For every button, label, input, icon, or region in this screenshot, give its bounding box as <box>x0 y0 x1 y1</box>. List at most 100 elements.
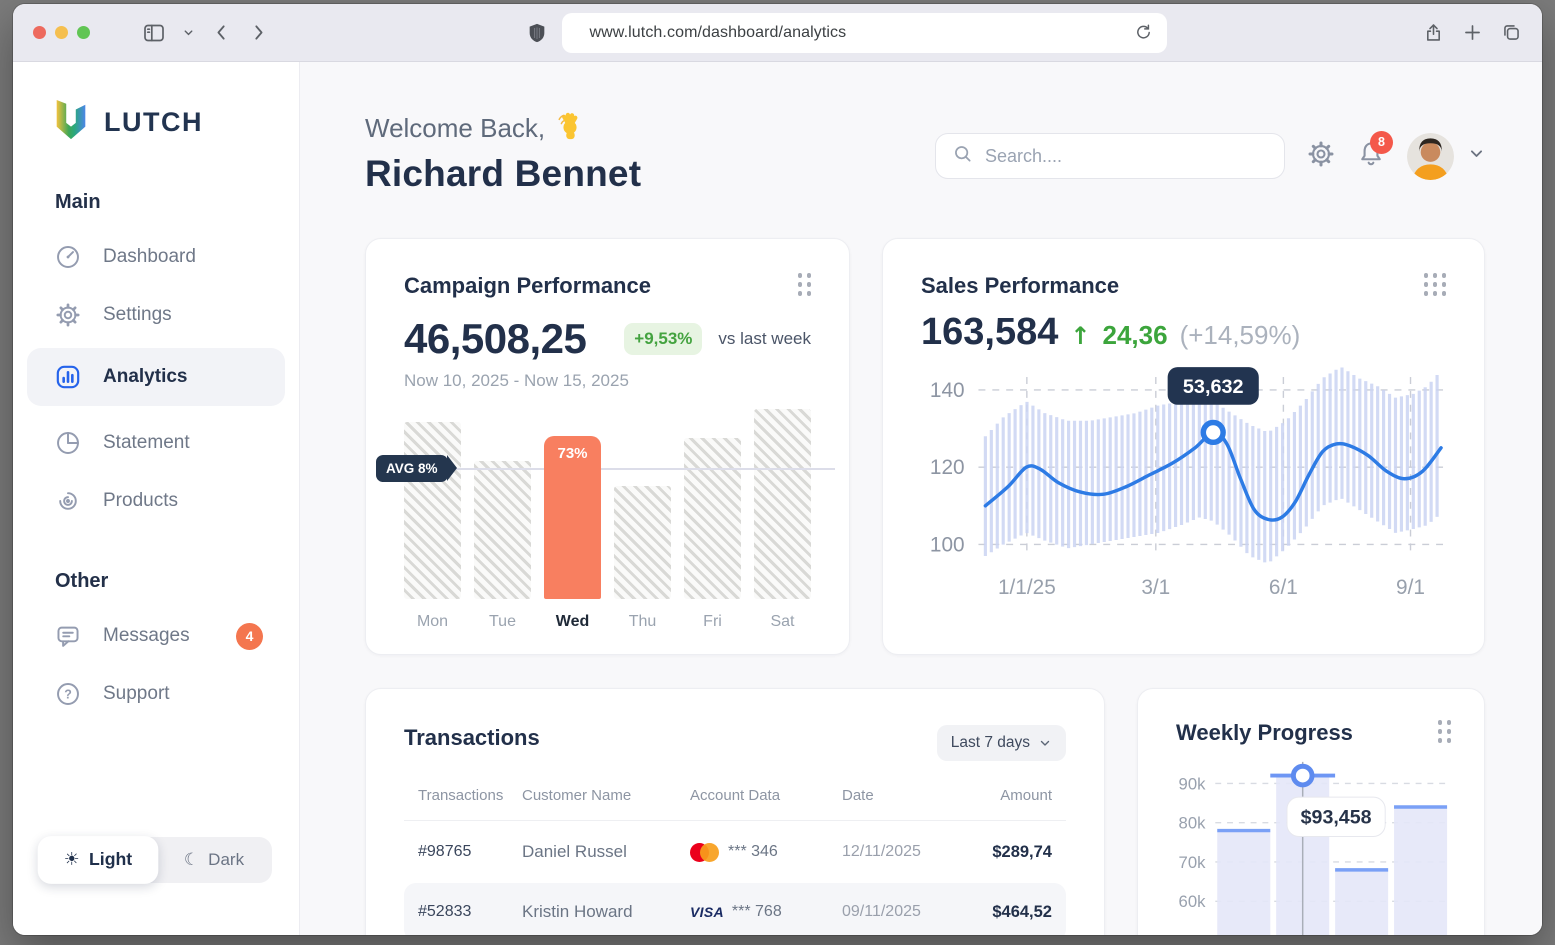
account-data: *** 346 <box>690 843 842 862</box>
settings-gear-icon[interactable] <box>1307 140 1335 173</box>
transaction-amount: $464,52 <box>974 903 1052 922</box>
reload-icon[interactable] <box>1134 23 1153 42</box>
browser-toolbar: www.lutch.com/dashboard/analytics <box>13 4 1542 62</box>
tooltip-value: 53,632 <box>1183 376 1244 398</box>
sidebar-item-messages[interactable]: Messages4 <box>27 607 285 665</box>
sidebar-item-products[interactable]: Products <box>27 472 285 530</box>
notification-badge: 8 <box>1370 131 1393 154</box>
notifications-bell-icon[interactable]: 8 <box>1357 140 1385 173</box>
table-row[interactable]: #52833 Kristin Howard VISA*** 768 09/11/… <box>404 883 1066 935</box>
new-tab-icon[interactable] <box>1462 22 1483 43</box>
sidebar-item-statement[interactable]: Statement <box>27 414 285 472</box>
theme-toggle: ☀ Light ☾ Dark <box>40 837 272 883</box>
minimize-window-button[interactable] <box>55 26 68 39</box>
x-tick-label: 3/1 <box>1141 576 1170 599</box>
support-icon: ? <box>55 681 81 707</box>
theme-dark-button[interactable]: ☾ Dark <box>156 837 272 883</box>
column-header: Transactions <box>418 787 522 804</box>
visa-icon: VISA <box>690 904 724 920</box>
transaction-id: #52833 <box>418 903 522 921</box>
lutch-logo-icon <box>50 98 92 147</box>
chevron-down-icon[interactable] <box>1468 145 1485 167</box>
back-button[interactable] <box>211 22 232 43</box>
address-bar[interactable]: www.lutch.com/dashboard/analytics <box>562 13 1167 53</box>
forward-button[interactable] <box>248 22 269 43</box>
sales-delta-pct: (+14,59%) <box>1180 320 1301 351</box>
sales-delta: 24,36 <box>1102 320 1167 351</box>
card-title: Sales Performance <box>921 273 1119 299</box>
sidebar-item-support[interactable]: ?Support <box>27 665 285 723</box>
bar-value-label: 73% <box>557 445 587 462</box>
average-tag: AVG 8% <box>376 455 448 482</box>
grid-menu-icon[interactable] <box>1424 273 1447 296</box>
browser-window: www.lutch.com/dashboard/analytics <box>13 4 1542 935</box>
sidebar-item-dashboard[interactable]: Dashboard <box>27 228 285 286</box>
x-axis-label: Wed <box>544 613 601 631</box>
chevron-down-icon[interactable] <box>182 26 195 39</box>
sidebar-item-analytics[interactable]: Analytics <box>27 348 285 406</box>
logo-text: LUTCH <box>104 107 203 138</box>
transactions-card: Transactions Last 7 days TransactionsCus… <box>365 688 1105 935</box>
search-icon <box>952 143 973 169</box>
x-axis-label: Tue <box>474 613 531 631</box>
weekly-bar-chart: 90k80k70k60k$93,458 <box>1176 754 1451 935</box>
drag-handle-icon[interactable] <box>798 273 812 296</box>
chevron-down-icon <box>1038 736 1052 750</box>
bar[interactable] <box>474 461 531 599</box>
tabs-overview-icon[interactable] <box>1501 22 1522 43</box>
sales-value: 163,584 <box>921 311 1058 354</box>
column-header: Customer Name <box>522 787 690 804</box>
nav-section-label: Other <box>55 570 299 593</box>
search-input[interactable] <box>985 146 1268 167</box>
customer-name: Daniel Russel <box>522 842 690 862</box>
sidebar-toggle-icon[interactable] <box>142 21 166 45</box>
settings-icon <box>55 302 81 328</box>
url-text[interactable]: www.lutch.com/dashboard/analytics <box>590 24 1134 42</box>
bar[interactable] <box>684 438 741 599</box>
date-filter-dropdown[interactable]: Last 7 days <box>937 725 1066 761</box>
y-tick-label: 100 <box>930 533 965 556</box>
bar[interactable] <box>754 409 811 599</box>
theme-light-button[interactable]: ☀ Light <box>38 836 159 884</box>
sidebar-nav: MainDashboardSettingsAnalyticsStatementP… <box>13 191 299 723</box>
moon-icon: ☾ <box>184 850 199 870</box>
sidebar-item-label: Dashboard <box>103 246 196 268</box>
campaign-bar-chart: 73% AVG 8% <box>404 407 811 599</box>
highlighted-bar[interactable]: 73% <box>544 436 601 599</box>
dashboard-icon <box>55 244 81 270</box>
share-icon[interactable] <box>1423 21 1444 44</box>
y-tick-label: 140 <box>930 379 965 402</box>
traffic-lights <box>33 26 90 39</box>
delta-caption: vs last week <box>718 329 811 349</box>
close-window-button[interactable] <box>33 26 46 39</box>
x-tick-label: 1/1/25 <box>998 576 1056 599</box>
wave-emoji-icon <box>555 110 585 147</box>
y-tick-label: 90k <box>1179 774 1207 793</box>
welcome-text: Welcome Back, <box>365 113 545 144</box>
transaction-date: 12/11/2025 <box>842 843 974 861</box>
bar[interactable] <box>614 486 671 599</box>
user-menu[interactable] <box>1407 133 1485 180</box>
shield-icon[interactable] <box>526 21 548 45</box>
sidebar-item-settings[interactable]: Settings <box>27 286 285 344</box>
theme-light-label: Light <box>89 850 132 871</box>
sidebar-item-label: Settings <box>103 304 172 326</box>
theme-dark-label: Dark <box>208 850 244 870</box>
x-axis-labels: MonTueWedThuFriSat <box>404 613 811 631</box>
up-arrow-icon: ↑ <box>1070 322 1090 350</box>
tooltip-value: $93,458 <box>1301 807 1372 829</box>
search-box[interactable] <box>935 133 1285 179</box>
filter-label: Last 7 days <box>951 734 1030 752</box>
messages-icon <box>55 623 81 649</box>
y-tick-label: 80k <box>1179 814 1207 833</box>
x-tick-label: 9/1 <box>1396 576 1425 599</box>
zoom-window-button[interactable] <box>77 26 90 39</box>
app-logo[interactable]: LUTCH <box>50 98 299 147</box>
bar[interactable] <box>404 422 461 599</box>
sidebar-item-label: Products <box>103 490 178 512</box>
bar <box>1394 807 1447 935</box>
account-number: *** 346 <box>728 843 778 861</box>
table-row[interactable]: #98765 Daniel Russel *** 346 12/11/2025 … <box>404 823 1066 881</box>
avatar[interactable] <box>1407 133 1454 180</box>
drag-handle-icon[interactable] <box>1438 720 1452 743</box>
